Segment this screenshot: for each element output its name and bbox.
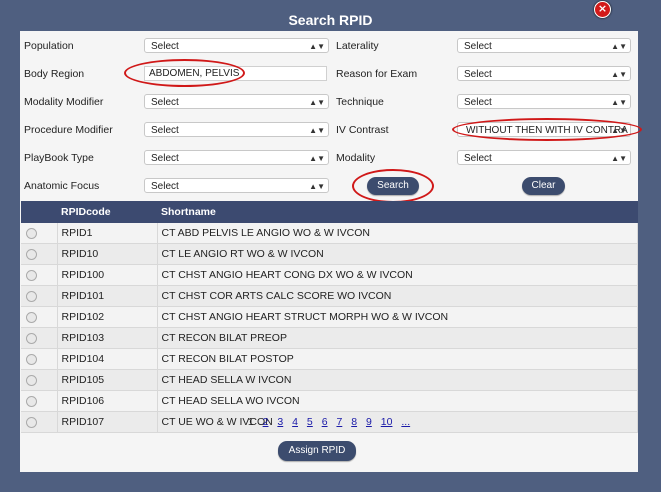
shortname-cell: CT ABD PELVIS LE ANGIO WO & W IVCON [157, 223, 638, 244]
page-link[interactable]: 7 [336, 416, 342, 428]
row-radio[interactable] [26, 353, 37, 365]
row-radio-cell [21, 243, 58, 265]
table-row[interactable]: RPID105 CT HEAD SELLA W IVCON [21, 369, 638, 391]
table-row[interactable]: RPID104 CT RECON BILAT POSTOP [21, 348, 638, 370]
reason-for-exam-select[interactable]: Select ▲▼ [457, 66, 631, 81]
page-link[interactable]: 10 [381, 416, 393, 428]
modality-modifier-label: Modality Modifier [24, 96, 104, 108]
column-header-rpidcode: RPIDcode [57, 201, 157, 223]
row-radio-cell [21, 285, 58, 307]
table-row[interactable]: RPID103 CT RECON BILAT PREOP [21, 327, 638, 349]
playbook-type-label: PlayBook Type [24, 152, 94, 164]
shortname-cell: CT CHST ANGIO HEART CONG DX WO & W IVCON [157, 264, 638, 286]
row-radio[interactable] [26, 227, 37, 239]
shortname-cell: CT LE ANGIO RT WO & W IVCON [157, 243, 638, 265]
row-radio[interactable] [26, 332, 37, 344]
table-row[interactable]: RPID106 CT HEAD SELLA WO IVCON [21, 390, 638, 412]
row-radio-cell [21, 327, 58, 349]
row-radio-cell [21, 369, 58, 391]
results-table: RPIDcode Shortname RPID1 CT ABD PELVIS LE… [21, 201, 638, 433]
row-radio[interactable] [26, 311, 37, 323]
modality-modifier-select[interactable]: Select ▲▼ [144, 94, 329, 109]
modality-label: Modality [336, 152, 376, 164]
row-radio[interactable] [26, 248, 37, 260]
shortname-cell: CT CHST COR ARTS CALC SCORE WO IVCON [157, 285, 638, 307]
row-radio-cell [21, 306, 58, 328]
page-link[interactable]: 9 [366, 416, 372, 428]
reason-for-exam-label: Reason for Exam [336, 68, 418, 80]
column-header-shortname: Shortname [157, 201, 638, 223]
anatomic-focus-label: Anatomic Focus [24, 180, 100, 192]
row-radio[interactable] [26, 290, 37, 302]
table-row[interactable]: RPID10 CT LE ANGIO RT WO & W IVCON [21, 243, 638, 265]
table-row[interactable]: RPID1 CT ABD PELVIS LE ANGIO WO & W IVCON [21, 223, 638, 244]
rpid-code-cell: RPID102 [57, 306, 158, 328]
current-page: 1 [247, 416, 254, 428]
rpid-code-cell: RPID100 [57, 264, 158, 286]
row-radio[interactable] [26, 395, 37, 407]
table-row[interactable]: RPID100 CT CHST ANGIO HEART CONG DX WO & … [21, 264, 638, 286]
page-link[interactable]: 6 [322, 416, 328, 428]
rpid-code-cell: RPID105 [57, 369, 158, 391]
pagination: 1 2 3 4 5 6 7 8 9 10 ... [20, 416, 638, 428]
rpid-code-cell: RPID101 [57, 285, 158, 307]
shortname-cell: CT RECON BILAT PREOP [157, 327, 638, 349]
page-link[interactable]: 3 [277, 416, 283, 428]
close-icon[interactable]: × [594, 1, 611, 18]
row-radio[interactable] [26, 374, 37, 386]
body-region-label: Body Region [24, 68, 85, 80]
population-label: Population [24, 40, 74, 52]
shortname-cell: CT HEAD SELLA W IVCON [157, 369, 638, 391]
page-link[interactable]: 2 [263, 416, 269, 428]
population-select[interactable]: Select ▲▼ [144, 38, 329, 53]
laterality-label: Laterality [336, 40, 379, 52]
shortname-cell: CT CHST ANGIO HEART STRUCT MORPH WO & W … [157, 306, 638, 328]
rpid-code-cell: RPID106 [57, 390, 158, 412]
table-row[interactable]: RPID101 CT CHST COR ARTS CALC SCORE WO IV… [21, 285, 638, 307]
row-radio-cell [21, 223, 58, 244]
rpid-code-cell: RPID1 [57, 223, 158, 244]
rpid-code-cell: RPID103 [57, 327, 158, 349]
shortname-cell: CT RECON BILAT POSTOP [157, 348, 638, 370]
body-region-input[interactable]: ABDOMEN, PELVIS [144, 66, 327, 81]
clear-button[interactable]: Clear [522, 177, 565, 195]
page-link[interactable]: 8 [351, 416, 357, 428]
row-radio-cell [21, 390, 58, 412]
row-radio-cell [21, 264, 58, 286]
anatomic-focus-select[interactable]: Select ▲▼ [144, 178, 329, 193]
iv-contrast-select[interactable]: WITHOUT THEN WITH IV CONTRA ▲▼ [457, 122, 631, 137]
modality-select[interactable]: Select ▲▼ [457, 150, 631, 165]
assign-rpid-button[interactable]: Assign RPID [278, 441, 356, 461]
procedure-modifier-label: Procedure Modifier [24, 124, 113, 136]
page-link[interactable]: 4 [292, 416, 298, 428]
dialog-title: Search RPID [288, 12, 373, 28]
page-link[interactable]: 5 [307, 416, 313, 428]
iv-contrast-label: IV Contrast [336, 124, 389, 136]
row-radio-cell [21, 348, 58, 370]
column-header-select [21, 201, 57, 223]
search-button[interactable]: Search [367, 177, 419, 195]
laterality-select[interactable]: Select ▲▼ [457, 38, 631, 53]
search-panel: Population Select ▲▼ Laterality Select ▲▼ … [20, 31, 642, 472]
page-link-more[interactable]: ... [401, 416, 410, 428]
technique-label: Technique [336, 96, 384, 108]
playbook-type-select[interactable]: Select ▲▼ [144, 150, 329, 165]
row-radio[interactable] [26, 269, 37, 281]
procedure-modifier-select[interactable]: Select ▲▼ [144, 122, 329, 137]
technique-select[interactable]: Select ▲▼ [457, 94, 631, 109]
rpid-code-cell: RPID104 [57, 348, 158, 370]
rpid-code-cell: RPID10 [57, 243, 158, 265]
shortname-cell: CT HEAD SELLA WO IVCON [157, 390, 638, 412]
table-row[interactable]: RPID102 CT CHST ANGIO HEART STRUCT MORPH … [21, 306, 638, 328]
